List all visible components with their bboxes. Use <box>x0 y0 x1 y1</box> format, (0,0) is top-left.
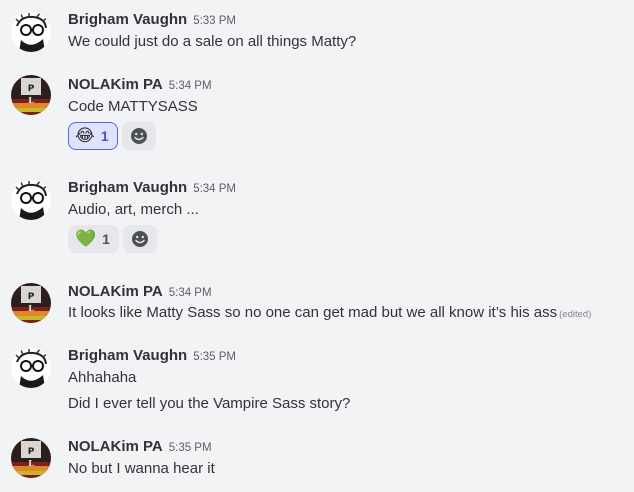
message-header: NOLAKim PA 5:34 PM <box>68 75 212 96</box>
message-text-content: It looks like Matty Sass so no one can g… <box>68 304 558 321</box>
avatar[interactable] <box>11 12 51 52</box>
author-name[interactable]: Brigham Vaughn <box>68 347 187 364</box>
author-name[interactable]: NOLAKim PA <box>68 283 163 300</box>
avatar[interactable] <box>11 438 51 478</box>
author-name[interactable]: NOLAKim PA <box>68 438 163 455</box>
edited-label[interactable]: (edited) <box>559 309 591 320</box>
add-reaction-button[interactable] <box>122 225 157 253</box>
message-text: Audio, art, merch ... <box>68 201 199 218</box>
message-text: No but I wanna hear it <box>68 460 215 477</box>
timestamp[interactable]: 5:34 PM <box>193 183 236 195</box>
joy-emoji-icon: 😂 <box>75 125 95 146</box>
smiley-icon <box>130 128 147 144</box>
author-name[interactable]: NOLAKim PA <box>68 76 163 93</box>
timestamp[interactable]: 5:35 PM <box>193 351 236 363</box>
message-header: Brigham Vaughn 5:33 PM <box>68 10 236 31</box>
author-name[interactable]: Brigham Vaughn <box>68 179 187 196</box>
green-heart-emoji-icon: 💚 <box>75 228 97 249</box>
timestamp[interactable]: 5:35 PM <box>169 442 212 454</box>
timestamp[interactable]: 5:34 PM <box>169 287 212 299</box>
avatar[interactable] <box>11 283 51 323</box>
reaction-count: 1 <box>100 128 109 144</box>
message-header: NOLAKim PA 5:34 PM <box>68 282 212 303</box>
reaction-joy[interactable]: 😂 1 <box>68 122 118 150</box>
message-text: Code MATTYSASS <box>68 98 198 115</box>
timestamp[interactable]: 5:33 PM <box>193 15 236 27</box>
avatar[interactable] <box>11 180 51 220</box>
message-header: Brigham Vaughn 5:35 PM <box>68 346 236 367</box>
author-name[interactable]: Brigham Vaughn <box>68 11 187 28</box>
message-header: Brigham Vaughn 5:34 PM <box>68 178 236 199</box>
smiley-icon <box>131 231 148 247</box>
reaction-green-heart[interactable]: 💚 1 <box>68 225 119 253</box>
message-text: Ahhahaha <box>68 369 137 386</box>
reactions-bar: 😂 1 <box>68 122 156 152</box>
message-text: It looks like Matty Sass so no one can g… <box>68 303 591 325</box>
timestamp[interactable]: 5:34 PM <box>169 80 212 92</box>
message-text: We could just do a sale on all things Ma… <box>68 33 357 50</box>
avatar[interactable] <box>11 75 51 115</box>
message-text: Did I ever tell you the Vampire Sass sto… <box>68 395 351 412</box>
message-header: NOLAKim PA 5:35 PM <box>68 437 212 458</box>
reaction-count: 1 <box>102 231 110 247</box>
avatar[interactable] <box>11 348 51 388</box>
reactions-bar: 💚 1 <box>68 225 157 255</box>
add-reaction-button[interactable] <box>121 122 156 150</box>
